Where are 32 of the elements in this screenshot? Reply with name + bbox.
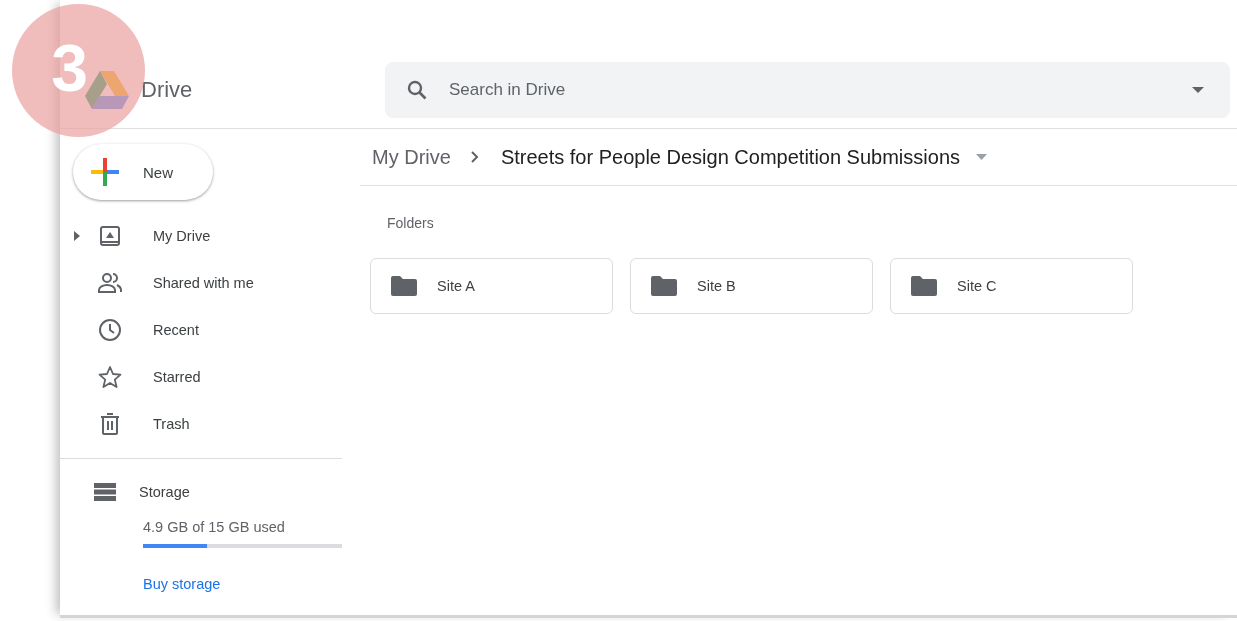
folder-icon	[651, 276, 677, 296]
folder-icon	[391, 276, 417, 296]
clock-icon	[98, 317, 122, 342]
breadcrumb-item[interactable]: My Drive	[372, 145, 451, 169]
storage-label: Storage	[139, 483, 190, 500]
sidebar-item[interactable]: Recent	[60, 306, 342, 353]
search-icon	[407, 80, 427, 100]
new-button[interactable]: New	[73, 144, 213, 200]
star-icon	[98, 364, 122, 389]
sidebar-item[interactable]: Shared with me	[60, 259, 342, 306]
folder-card[interactable]: Site A	[370, 258, 613, 314]
trash-icon	[100, 412, 120, 435]
sidebar-item[interactable]: Trash	[60, 400, 342, 447]
section-heading: Folders	[387, 215, 435, 231]
storage-usage: 4.9 GB of 15 GB used	[143, 519, 286, 535]
dropdown-icon[interactable]	[976, 154, 987, 160]
drive-folder-icon	[99, 224, 121, 247]
storage-icon	[94, 482, 116, 501]
dropdown-icon[interactable]	[1192, 87, 1204, 93]
sidebar-item[interactable]: My Drive	[60, 212, 342, 259]
search-field[interactable]: Search in Drive	[447, 79, 1192, 101]
expand-arrow-icon[interactable]	[74, 230, 80, 241]
chevron-right-icon	[470, 151, 479, 163]
folder-card[interactable]: Site C	[890, 258, 1133, 314]
plus-icon	[91, 158, 119, 186]
folder-icon	[911, 276, 937, 296]
buy-storage-link[interactable]: Buy storage	[143, 576, 221, 592]
people-icon	[97, 271, 123, 294]
folder-card[interactable]: Site B	[630, 258, 873, 314]
search-bar[interactable]: Search in Drive	[385, 62, 1230, 118]
sidebar-item[interactable]: Starred	[60, 353, 342, 400]
breadcrumb-item[interactable]: Streets for People Design Competition Submissions	[500, 145, 960, 169]
